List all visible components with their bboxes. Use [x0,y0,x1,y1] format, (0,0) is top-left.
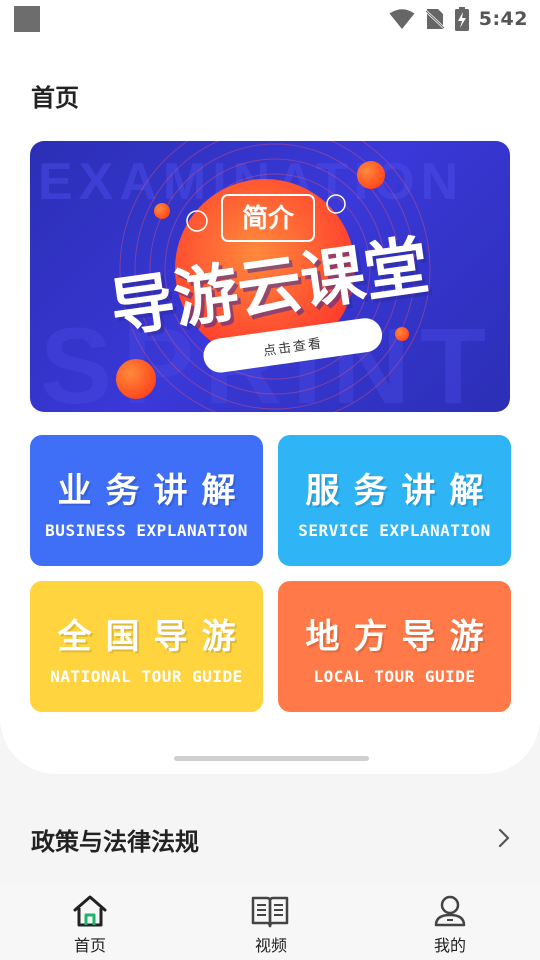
tile-title: 地方导游 [305,617,498,657]
banner-tag: 简介 [242,203,295,234]
book-icon [251,896,289,928]
notification-icon [14,6,40,32]
nav-item-home[interactable]: 首页 [0,884,180,960]
banner-ball [154,203,170,219]
bottom-nav: 首页 视频 我的 [0,884,540,960]
tile-subtitle: NATIONAL TOUR GUIDE [50,667,243,686]
nav-label: 我的 [433,936,466,955]
home-icon [73,895,107,927]
nav-item-video[interactable]: 视频 [180,884,360,960]
section-title: 政策与法律法规 [31,828,199,856]
wifi-icon [389,9,415,29]
nav-label: 视频 [254,936,287,955]
banner-ball [116,359,156,399]
nav-item-mine[interactable]: 我的 [360,884,540,960]
tile-national-tour-guide[interactable]: 全国导游 NATIONAL TOUR GUIDE [30,581,263,712]
tile-business-explanation[interactable]: 业务讲解 BUSINESS EXPLANATION [30,435,263,566]
page-title: 首页 [31,84,79,112]
status-bar: 5:42 [0,0,540,38]
banner-ball [357,161,385,189]
tile-title: 全国导游 [57,617,250,657]
banner-guide-cloud-class[interactable]: EXAMINATION SPRINT [30,141,510,412]
nav-label: 首页 [73,936,106,955]
tile-subtitle: LOCAL TOUR GUIDE [313,667,476,686]
battery-charging-icon [454,7,469,31]
tile-local-tour-guide[interactable]: 地方导游 LOCAL TOUR GUIDE [278,581,511,712]
tile-title: 业务讲解 [57,471,250,511]
no-sim-icon [424,9,445,29]
tile-service-explanation[interactable]: 服务讲解 SERVICE EXPLANATION [278,435,511,566]
main-card: 首页 EXAMINATION SPRINT [0,38,540,774]
tile-subtitle: BUSINESS EXPLANATION [45,521,248,540]
status-time: 5:42 [478,8,528,30]
status-icons: 5:42 [389,6,528,32]
drag-handle[interactable] [174,756,369,761]
banner-ball [395,327,409,341]
section-policy-laws[interactable]: 政策与法律法规 [0,798,540,878]
chevron-right-icon [498,828,510,848]
tile-subtitle: SERVICE EXPLANATION [298,521,491,540]
user-icon [434,895,466,927]
tile-title: 服务讲解 [305,471,498,511]
